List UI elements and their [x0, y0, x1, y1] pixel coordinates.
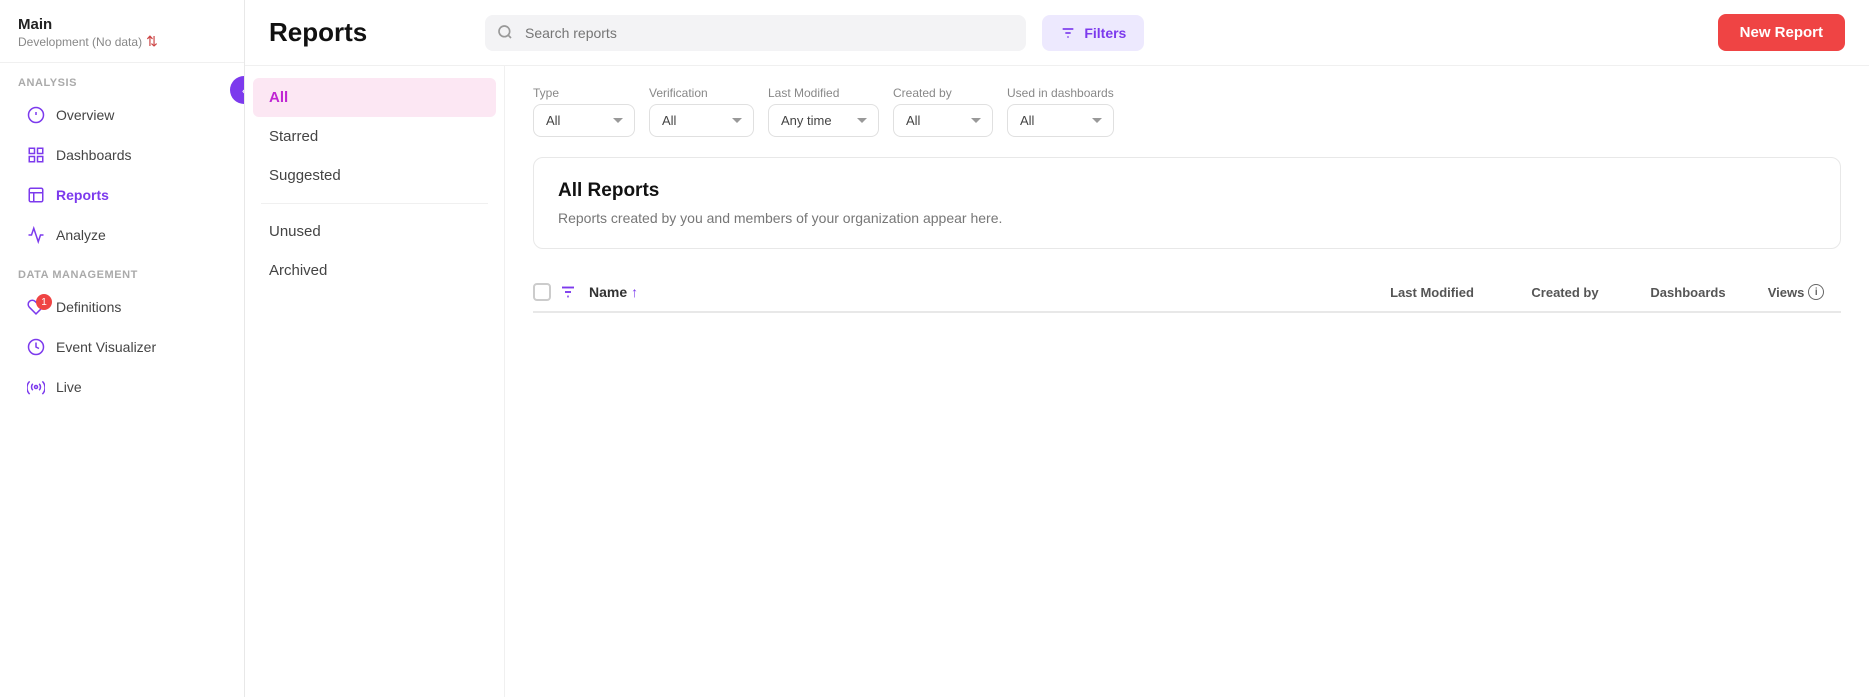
table-col-views[interactable]: Views i: [1751, 284, 1841, 300]
sidebar-item-reports-label: Reports: [56, 187, 109, 203]
filter-type-select[interactable]: All Funnel Retention Trends: [533, 104, 635, 137]
topbar: Reports Filters New Report: [245, 0, 1869, 66]
all-reports-description: Reports created by you and members of yo…: [558, 210, 1816, 226]
chevron-updown-icon[interactable]: ⇅: [146, 33, 158, 50]
page-title: Reports: [269, 17, 469, 48]
filter-created-by-select[interactable]: All Me Others: [893, 104, 993, 137]
sidebar: Main Development (No data) ⇅ ‹ Analysis …: [0, 0, 245, 697]
sidebar-item-event-visualizer[interactable]: Event Visualizer: [8, 328, 236, 366]
filter-last-modified-label: Last Modified: [768, 86, 879, 100]
chevron-left-icon: ‹: [242, 83, 245, 98]
left-nav-item-starred[interactable]: Starred: [245, 117, 504, 156]
table-col-created-by[interactable]: Created by: [1505, 285, 1625, 300]
content-area: All Starred Suggested Unused Archived Ty…: [245, 66, 1869, 697]
left-nav-item-suggested[interactable]: Suggested: [245, 156, 504, 195]
filter-created-by-label: Created by: [893, 86, 993, 100]
filter-last-modified-select[interactable]: Any time Today This week This month: [768, 104, 879, 137]
filter-type-label: Type: [533, 86, 635, 100]
table-col-dashboards[interactable]: Dashboards: [1633, 285, 1743, 300]
left-nav: All Starred Suggested Unused Archived: [245, 66, 505, 697]
app-name: Main: [18, 16, 226, 33]
app-subtitle: Development (No data) ⇅: [18, 33, 226, 50]
left-nav-item-unused[interactable]: Unused: [245, 212, 504, 251]
filter-last-modified: Last Modified Any time Today This week T…: [768, 86, 879, 137]
sidebar-item-definitions[interactable]: Definitions 1: [8, 288, 236, 326]
filter-verification: Verification All Verified Unverified: [649, 86, 754, 137]
filter-row: Type All Funnel Retention Trends Verific…: [533, 86, 1841, 137]
left-nav-divider: [261, 203, 488, 204]
sidebar-item-overview-label: Overview: [56, 107, 114, 123]
table-select-all-checkbox[interactable]: [533, 283, 551, 301]
sidebar-item-reports[interactable]: Reports: [8, 176, 236, 214]
views-label: Views: [1768, 285, 1805, 300]
filter-verification-label: Verification: [649, 86, 754, 100]
reports-icon: [26, 185, 46, 205]
dashboards-icon: [26, 145, 46, 165]
main-area: Reports Filters New Report All Starred S…: [245, 0, 1869, 697]
table-col-last-modified[interactable]: Last Modified: [1367, 285, 1497, 300]
table-col-name[interactable]: Name ↑: [589, 284, 1359, 300]
new-report-button[interactable]: New Report: [1718, 14, 1845, 51]
filter-verification-select[interactable]: All Verified Unverified: [649, 104, 754, 137]
search-icon: [497, 24, 513, 42]
filter-used-in-dashboards: Used in dashboards All Yes No: [1007, 86, 1114, 137]
all-reports-card: All Reports Reports created by you and m…: [533, 157, 1841, 249]
search-wrapper: [485, 15, 1026, 51]
sidebar-item-analyze[interactable]: Analyze: [8, 216, 236, 254]
analyze-icon: [26, 225, 46, 245]
sidebar-item-live[interactable]: Live: [8, 368, 236, 406]
event-visualizer-icon: [26, 337, 46, 357]
sidebar-item-definitions-label: Definitions: [56, 299, 121, 315]
left-nav-item-archived[interactable]: Archived: [245, 251, 504, 290]
sidebar-item-event-visualizer-label: Event Visualizer: [56, 339, 156, 355]
col-name-label: Name: [589, 284, 627, 300]
filter-used-in-dashboards-select[interactable]: All Yes No: [1007, 104, 1114, 137]
left-nav-item-all[interactable]: All: [253, 78, 496, 117]
live-icon: [26, 377, 46, 397]
sidebar-item-analyze-label: Analyze: [56, 227, 106, 243]
definitions-badge: 1: [36, 294, 52, 310]
sidebar-item-dashboards-label: Dashboards: [56, 147, 132, 163]
sidebar-item-overview[interactable]: Overview: [8, 96, 236, 134]
sidebar-section-analysis: Analysis: [0, 63, 244, 95]
report-content: Type All Funnel Retention Trends Verific…: [505, 66, 1869, 697]
search-input[interactable]: [485, 15, 1026, 51]
sidebar-item-dashboards[interactable]: Dashboards: [8, 136, 236, 174]
filters-label: Filters: [1084, 25, 1126, 41]
overview-icon: [26, 105, 46, 125]
sidebar-item-live-label: Live: [56, 379, 82, 395]
table-filter-icon[interactable]: [559, 283, 577, 301]
table-header: Name ↑ Last Modified Created by Dashboar…: [533, 273, 1841, 313]
filter-type: Type All Funnel Retention Trends: [533, 86, 635, 137]
filters-button[interactable]: Filters: [1042, 15, 1144, 51]
sort-icon: ↑: [631, 284, 638, 300]
sidebar-section-data-management: Data Management: [0, 255, 244, 287]
sidebar-header: Main Development (No data) ⇅: [0, 0, 244, 63]
views-info-icon: i: [1808, 284, 1824, 300]
filter-created-by: Created by All Me Others: [893, 86, 993, 137]
filter-used-in-dashboards-label: Used in dashboards: [1007, 86, 1114, 100]
all-reports-title: All Reports: [558, 180, 1816, 202]
